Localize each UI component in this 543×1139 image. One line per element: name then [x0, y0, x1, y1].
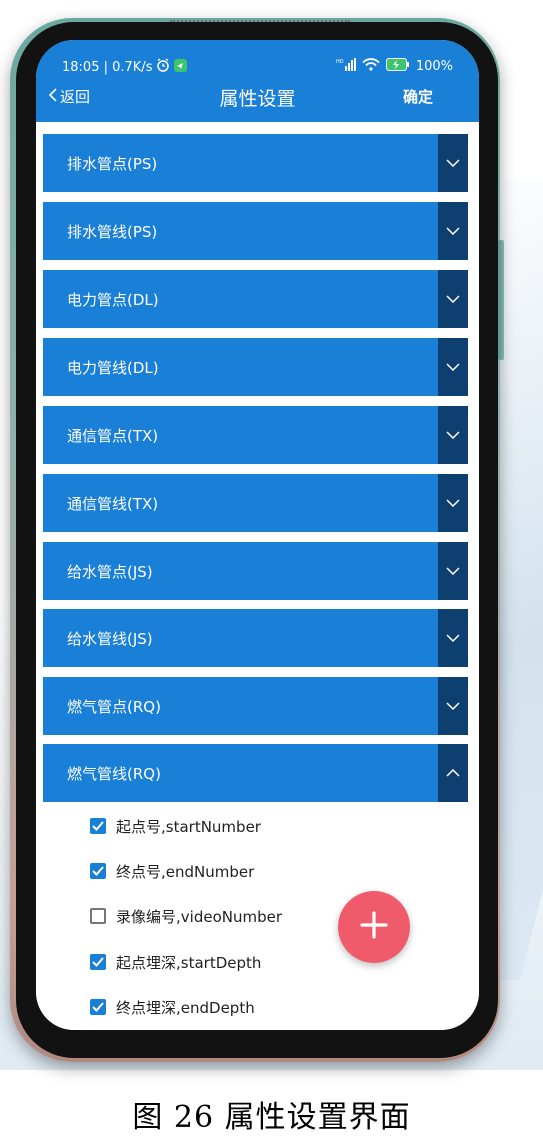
section-list: 排水管点(PS) 排水管线(PS) 电力管点(DL) 电力管线(DL) 通信管点… — [36, 122, 479, 1030]
checkbox-unchecked-icon[interactable] — [90, 908, 106, 924]
section-label: 排水管线(PS) — [67, 223, 158, 241]
field-checkbox-item[interactable]: 起点号,startNumber — [90, 815, 261, 837]
section-header-expanded[interactable]: 燃气管线(RQ) — [43, 744, 468, 802]
section-label: 给水管线(JS) — [67, 630, 153, 648]
figure-caption: 图 26 属性设置界面 — [132, 1100, 411, 1135]
checkbox-checked-icon[interactable] — [90, 818, 106, 834]
section-label: 通信管点(TX) — [67, 427, 159, 445]
chevron-down-icon[interactable] — [438, 609, 468, 667]
chevron-down-icon[interactable] — [438, 134, 468, 192]
section-header[interactable]: 给水管点(JS) — [43, 542, 468, 600]
chevron-down-icon[interactable] — [438, 677, 468, 735]
chevron-down-icon[interactable] — [438, 338, 468, 396]
wifi-icon — [362, 58, 380, 75]
field-checkbox-item[interactable]: 终点号,endNumber — [90, 860, 254, 882]
checkbox-checked-icon[interactable] — [90, 954, 106, 970]
section-label: 燃气管线(RQ) — [67, 765, 161, 783]
chevron-down-icon[interactable] — [438, 542, 468, 600]
status-time: 18:05 | 0.7K/s — [62, 59, 153, 75]
field-checkbox-item[interactable]: 终点埋深,endDepth — [90, 996, 255, 1018]
signal-icon: HD — [336, 58, 356, 75]
section-label: 电力管点(DL) — [67, 291, 159, 309]
phone-side-button — [498, 240, 504, 360]
field-label: 终点埋深,endDepth — [116, 998, 255, 1017]
nav-bar: 返回 属性设置 确定 — [36, 86, 479, 112]
field-checkbox-item[interactable]: 录像编号,videoNumber — [90, 905, 282, 927]
section-label: 给水管点(JS) — [67, 563, 153, 581]
battery-charging-icon — [385, 58, 410, 75]
alarm-clock-icon — [156, 58, 170, 76]
chevron-down-icon[interactable] — [438, 270, 468, 328]
phone-screen: 18:05 | 0.7K/s HD 100% 返回 属性设置 确定 排水管点(P… — [36, 40, 479, 1030]
status-bar: 18:05 | 0.7K/s HD 100% — [62, 58, 453, 76]
section-header[interactable]: 燃气管点(RQ) — [43, 677, 468, 735]
field-checkbox-item[interactable]: 起点埋深,startDepth — [90, 951, 261, 973]
chevron-down-icon[interactable] — [438, 474, 468, 532]
section-header[interactable]: 给水管线(JS) — [43, 609, 468, 667]
chevron-down-icon[interactable] — [438, 202, 468, 260]
field-label: 录像编号,videoNumber — [116, 907, 282, 926]
app-header: 18:05 | 0.7K/s HD 100% 返回 属性设置 确定 — [36, 40, 479, 122]
field-label: 起点埋深,startDepth — [116, 953, 262, 972]
confirm-button[interactable]: 确定 — [403, 86, 433, 107]
section-label: 排水管点(PS) — [67, 155, 158, 173]
checkbox-checked-icon[interactable] — [90, 999, 106, 1015]
chevron-up-icon[interactable] — [438, 744, 468, 802]
message-app-icon — [174, 58, 188, 76]
field-label: 终点号,endNumber — [116, 862, 255, 881]
section-header[interactable]: 通信管点(TX) — [43, 406, 468, 464]
field-label: 起点号,startNumber — [116, 817, 261, 836]
section-header[interactable]: 通信管线(TX) — [43, 474, 468, 532]
plus-icon — [359, 910, 389, 944]
chevron-down-icon[interactable] — [438, 406, 468, 464]
battery-percent: 100% — [415, 59, 453, 74]
section-label: 通信管线(TX) — [67, 495, 159, 513]
section-header[interactable]: 排水管点(PS) — [43, 134, 468, 192]
add-button[interactable] — [338, 891, 410, 963]
section-header[interactable]: 电力管点(DL) — [43, 270, 468, 328]
svg-text:HD: HD — [336, 59, 344, 65]
phone-speaker — [170, 20, 350, 26]
section-label: 燃气管点(RQ) — [67, 698, 161, 716]
section-header[interactable]: 排水管线(PS) — [43, 202, 468, 260]
checkbox-checked-icon[interactable] — [90, 863, 106, 879]
section-label: 电力管线(DL) — [67, 359, 159, 377]
section-header[interactable]: 电力管线(DL) — [43, 338, 468, 396]
